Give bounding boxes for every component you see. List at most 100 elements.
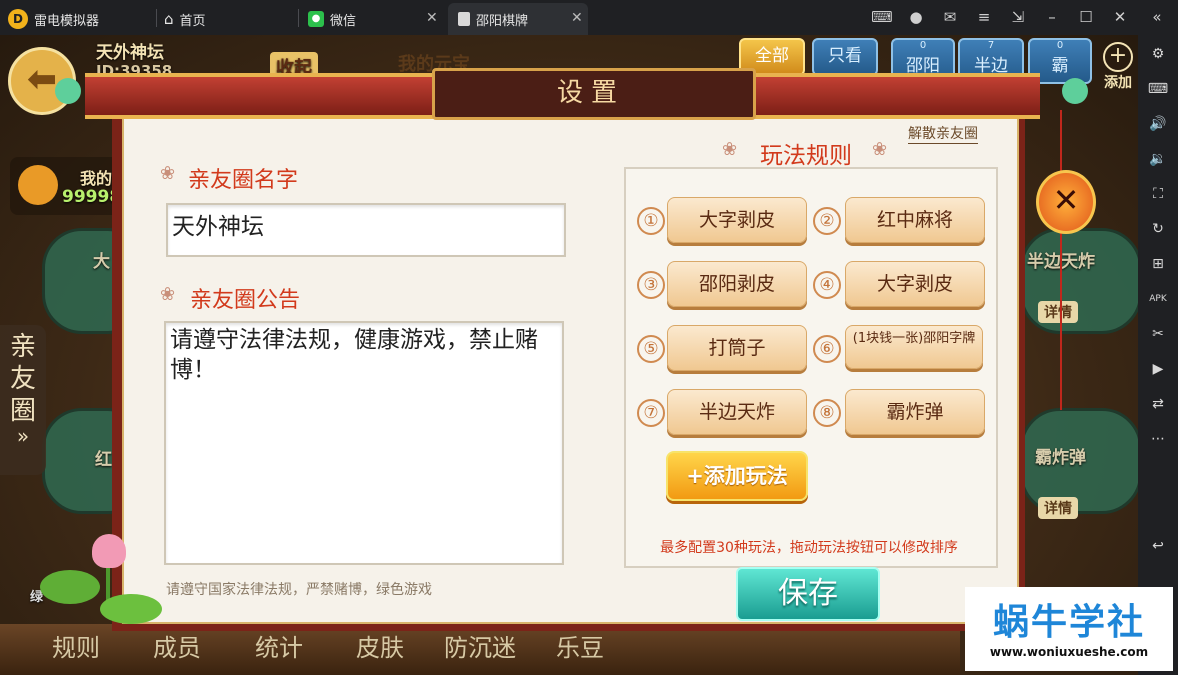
circle-notice-textarea[interactable]: 请遵守法律法规，健康游戏，禁止赌博！ <box>164 321 564 565</box>
add-rule-button[interactable]: +添加玩法 <box>666 451 808 501</box>
friend-circle-side-tab[interactable]: 亲友圈 » <box>0 325 46 475</box>
side-tab-label: 亲友圈 <box>10 332 37 426</box>
flower-ornament-icon: ❀ <box>872 139 888 160</box>
lantern-string <box>1060 110 1062 410</box>
window-close-icon[interactable]: ✕ <box>1109 6 1131 28</box>
video-record-icon[interactable]: ▶ <box>1147 358 1169 380</box>
my-label: 我的 <box>80 169 113 188</box>
watermark-logo: 蜗牛学社 www.woniuxueshe.com <box>965 587 1173 671</box>
share-icon[interactable]: ⇄ <box>1147 393 1169 415</box>
scroll-ornament-left-icon <box>55 78 81 104</box>
fullscreen-icon[interactable]: ⛶ <box>1147 183 1169 205</box>
details-button[interactable]: 详情 <box>1038 301 1078 323</box>
gamepad-icon[interactable]: ⌨ <box>871 6 893 28</box>
rule-number: ⑥ <box>813 335 841 363</box>
table-label: 大 <box>93 252 110 272</box>
room-tab-count: 7 <box>987 40 995 51</box>
dialog-title: 设置 <box>556 78 625 108</box>
more-icon[interactable]: ⋯ <box>1147 428 1169 450</box>
nav-statistics[interactable]: 统计 <box>255 628 303 663</box>
tab-home-label: 首页 <box>179 13 206 29</box>
rule-number: ① <box>637 207 665 235</box>
watermark-title: 蜗牛学社 <box>992 602 1145 643</box>
pin-icon[interactable]: ⇲ <box>1007 6 1029 28</box>
rule-button-2[interactable]: 红中麻将 <box>845 197 985 243</box>
game-icon <box>458 12 470 26</box>
ldplayer-logo-icon: D <box>8 9 28 29</box>
details-button[interactable]: 详情 <box>1038 497 1078 519</box>
tab-shaoyang-game[interactable]: 邵阳棋牌 <box>448 3 588 35</box>
wechat-icon: ● <box>308 11 324 27</box>
player-name: 天外神坛 <box>96 43 164 63</box>
rules-note: 最多配置30种玩法，拖动玩法按钮可以修改排序 <box>660 540 958 556</box>
tab-game-label: 邵阳棋牌 <box>476 13 529 29</box>
apk-install-icon[interactable]: APK <box>1147 288 1169 310</box>
collapse-sidebar-icon[interactable]: « <box>1146 6 1168 28</box>
rule-button-8[interactable]: 霸炸弹 <box>845 389 985 435</box>
home-icon: ⌂ <box>164 10 174 28</box>
filter-only-tab[interactable]: 只看 <box>812 38 878 76</box>
bean-icon <box>18 165 58 205</box>
rule-button-7[interactable]: 半边天炸 <box>667 389 807 435</box>
scroll-ornament-right-icon <box>1062 78 1088 104</box>
account-icon[interactable]: ● <box>905 6 927 28</box>
emulator-title-bar: D 雷电模拟器 ⌂ 首页 ● 微信 ✕ 邵阳棋牌 ✕ ⌨ ● ✉ ≡ ⇲ – ☐… <box>0 0 1178 35</box>
rule-button-1[interactable]: 大字剥皮 <box>667 197 807 243</box>
disband-circle-link[interactable]: 解散亲友圈 <box>908 123 978 144</box>
chevron-right-icon: » <box>16 424 30 448</box>
nav-members[interactable]: 成员 <box>153 628 201 663</box>
emulator-sidebar: ⚙ ⌨ 🔊 🔉 ⛶ ↻ ⊞ APK ✂ ▶ ⇄ ⋯ ↩ <box>1138 35 1178 675</box>
watermark-url: www.woniuxueshe.com <box>989 645 1149 659</box>
rule-number: ⑤ <box>637 335 665 363</box>
footer-note: 请遵守国家法律法规，严禁赌博，绿色游戏 <box>166 582 432 598</box>
mail-icon[interactable]: ✉ <box>939 6 961 28</box>
maximize-icon[interactable]: ☐ <box>1075 6 1097 28</box>
flower-ornament-icon: ❀ <box>722 139 738 160</box>
circle-name-input[interactable]: 天外神坛 <box>166 203 566 257</box>
nav-rules[interactable]: 规则 <box>52 628 100 663</box>
app-title: D 雷电模拟器 <box>8 3 99 35</box>
rule-number: ⑧ <box>813 399 841 427</box>
menu-icon[interactable]: ≡ <box>973 6 995 28</box>
rule-button-5[interactable]: 打筒子 <box>667 325 807 371</box>
rule-number: ③ <box>637 271 665 299</box>
table-label: 霸炸弹 <box>1035 448 1086 468</box>
room-tab-count: 0 <box>919 40 927 51</box>
name-label: 亲友圈名字 <box>188 168 299 193</box>
flower-ornament-icon: ❀ <box>160 163 176 184</box>
tab-wechat-label: 微信 <box>330 13 357 29</box>
scissors-icon[interactable]: ✂ <box>1147 323 1169 345</box>
volume-down-icon[interactable]: 🔉 <box>1147 148 1169 170</box>
rule-button-6[interactable]: (1块钱一张)邵阳字牌 <box>845 325 983 369</box>
room-tab-count: 0 <box>1056 40 1064 51</box>
back-arrow-icon: ⬅ <box>26 59 58 100</box>
close-dialog-button[interactable]: ✕ <box>1036 170 1096 234</box>
plus-icon: + <box>1103 42 1133 72</box>
nav-skins[interactable]: 皮肤 <box>356 628 404 663</box>
rule-number: ⑦ <box>637 399 665 427</box>
add-room-button[interactable]: + 添加 <box>1100 42 1136 92</box>
minimize-icon[interactable]: – <box>1041 6 1063 28</box>
flower-ornament-icon: ❀ <box>160 284 176 305</box>
settings-gear-icon[interactable]: ⚙ <box>1147 43 1169 65</box>
rule-number: ④ <box>813 271 841 299</box>
tab-game-close-icon[interactable]: ✕ <box>571 10 583 26</box>
sync-icon[interactable]: ↻ <box>1147 218 1169 240</box>
rule-button-4[interactable]: 大字剥皮 <box>845 261 985 307</box>
back-icon[interactable]: ↩ <box>1147 535 1169 557</box>
nav-ledou[interactable]: 乐豆 <box>556 628 604 663</box>
nav-anti-addiction[interactable]: 防沉迷 <box>444 628 516 663</box>
lotus-decoration-icon <box>40 530 162 630</box>
volume-up-icon[interactable]: 🔊 <box>1147 113 1169 135</box>
tab-home[interactable]: ⌂ 首页 <box>164 3 294 35</box>
app-name: 雷电模拟器 <box>34 13 100 29</box>
rule-number: ② <box>813 207 841 235</box>
rules-title: 玩法规则 <box>760 143 852 169</box>
save-button[interactable]: 保存 <box>736 567 880 621</box>
notice-label: 亲友圈公告 <box>190 288 301 313</box>
add-label: 添加 <box>1104 75 1132 91</box>
keyboard-icon[interactable]: ⌨ <box>1147 78 1169 100</box>
add-window-icon[interactable]: ⊞ <box>1147 253 1169 275</box>
rule-button-3[interactable]: 邵阳剥皮 <box>667 261 807 307</box>
tab-wechat-close-icon[interactable]: ✕ <box>426 10 438 26</box>
